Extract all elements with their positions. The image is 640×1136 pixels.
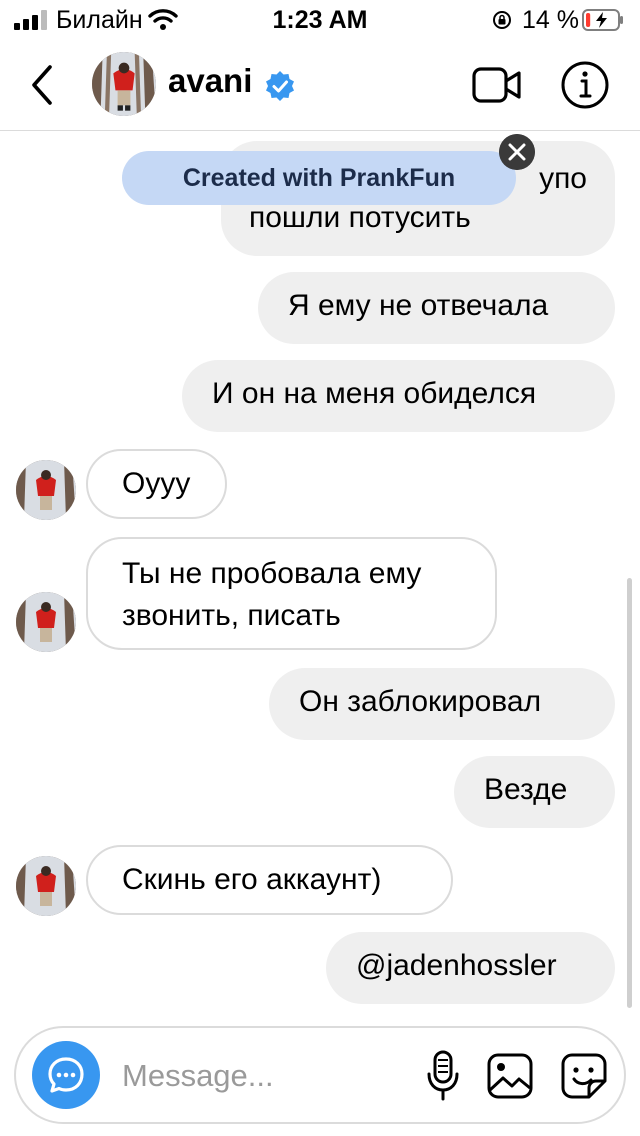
prankfun-banner[interactable]: Created with PrankFun <box>122 151 516 205</box>
chat-header: avani <box>0 40 640 131</box>
scrollbar[interactable] <box>627 578 632 1008</box>
message-bubble-outgoing[interactable]: @jadenhossler <box>326 932 615 1004</box>
battery-charging-icon <box>582 9 623 31</box>
microphone-icon[interactable] <box>426 1050 460 1102</box>
camera-chat-button[interactable] <box>32 1041 100 1109</box>
verified-badge-icon <box>266 71 294 101</box>
video-call-icon[interactable] <box>472 66 522 104</box>
message-text: Он заблокировал <box>299 685 542 718</box>
status-bar: Билайн 1:23 AM 14 % <box>0 0 640 40</box>
message-composer <box>14 1026 626 1124</box>
back-chevron-icon[interactable] <box>28 62 58 108</box>
message-bubble-outgoing[interactable]: Я ему не отвечала <box>258 272 615 344</box>
message-input[interactable] <box>122 1054 402 1098</box>
message-text: Я ему не отвечала <box>288 289 549 322</box>
camera-chat-icon <box>48 1057 84 1093</box>
message-bubble-incoming[interactable]: Оууу <box>86 449 227 519</box>
message-text-line: звонить, писать <box>122 599 341 632</box>
sender-avatar[interactable] <box>16 460 76 520</box>
message-bubble-incoming[interactable]: Ты не пробовала ему звонить, писать <box>86 537 497 650</box>
sticker-icon[interactable] <box>560 1052 608 1100</box>
gallery-icon[interactable] <box>486 1052 534 1100</box>
sender-avatar[interactable] <box>16 856 76 916</box>
message-bubble-outgoing[interactable]: Он заблокировал <box>269 668 615 740</box>
message-text: Оууу <box>122 467 191 500</box>
message-text: @jadenhossler <box>356 949 557 982</box>
message-bubble-outgoing[interactable]: Везде <box>454 756 615 828</box>
profile-photo <box>16 460 76 520</box>
message-text: Везде <box>484 773 568 806</box>
info-icon[interactable] <box>560 60 610 110</box>
sender-avatar[interactable] <box>16 592 76 652</box>
profile-photo <box>16 856 76 916</box>
message-text-line: Ты не пробовала ему <box>122 557 422 590</box>
message-list[interactable]: упо пошли потусить Я ему не отвечала И о… <box>0 131 640 1021</box>
message-text: Скинь его аккаунт) <box>122 863 382 896</box>
message-bubble-incoming[interactable]: Скинь его аккаунт) <box>86 845 453 915</box>
message-bubble-outgoing[interactable]: И он на меня обиделся <box>182 360 615 432</box>
profile-photo <box>16 592 76 652</box>
battery-percent: 14 % <box>522 6 579 34</box>
orientation-lock-icon <box>493 11 511 29</box>
message-text: И он на меня обиделся <box>212 377 537 410</box>
profile-photo <box>92 52 156 116</box>
close-icon[interactable] <box>499 134 535 170</box>
chat-username[interactable]: avani <box>168 62 252 100</box>
avatar[interactable] <box>92 52 156 116</box>
